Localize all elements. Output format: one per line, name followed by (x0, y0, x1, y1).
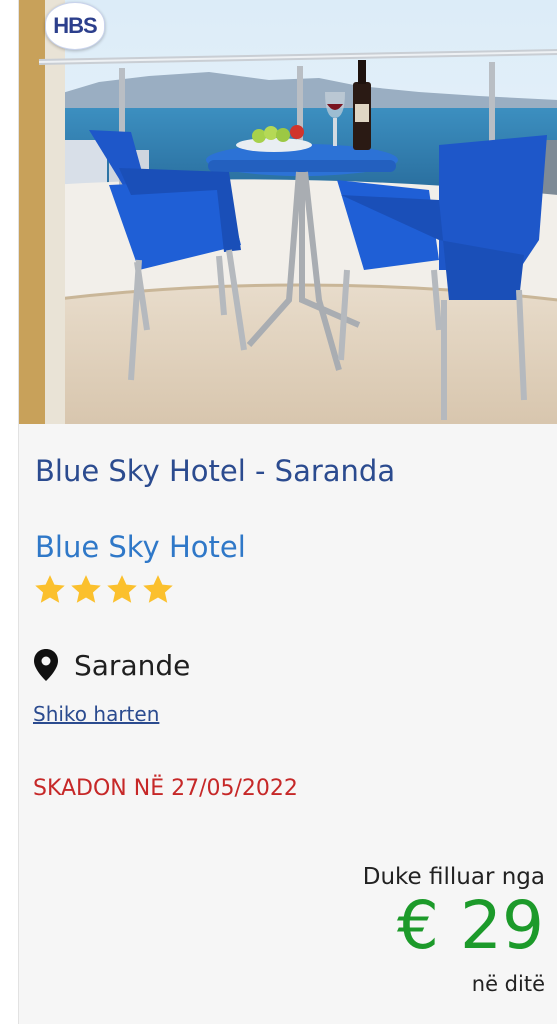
map-pin-icon (34, 649, 58, 681)
star-icon (35, 575, 65, 603)
show-map-link[interactable]: Shiko harten (33, 702, 159, 726)
star-rating (33, 573, 175, 607)
hotel-photo[interactable]: HBS (19, 0, 557, 424)
hotel-offer-card[interactable]: HBS Blue Sky Hotel - Saranda Blue Sky Ho… (18, 0, 557, 1024)
balcony-sea-view-image (19, 0, 557, 424)
star-icon (143, 575, 173, 603)
star-icon (107, 575, 137, 603)
hotel-name[interactable]: Blue Sky Hotel (35, 530, 246, 564)
expiry-date: SKADON NË 27/05/2022 (33, 776, 298, 801)
price-unit: në ditë (471, 972, 545, 996)
star-icon (71, 575, 101, 603)
hbs-logo: HBS (45, 2, 105, 50)
location-text: Sarande (74, 648, 191, 682)
offer-title[interactable]: Blue Sky Hotel - Saranda (35, 454, 395, 488)
location-row: Sarande (33, 648, 190, 682)
price-amount: € 29 (397, 887, 544, 964)
